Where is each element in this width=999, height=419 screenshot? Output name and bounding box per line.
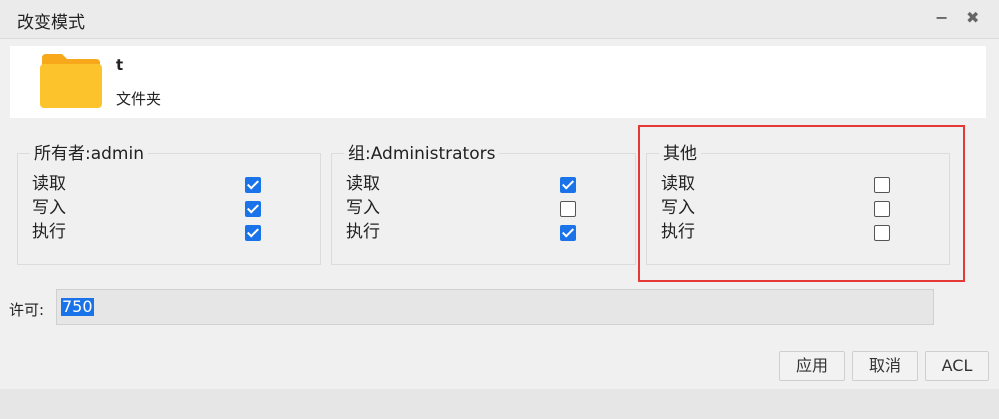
acl-button[interactable]: ACL bbox=[925, 351, 989, 381]
owner-write-label: 写入 bbox=[32, 198, 66, 218]
group-permissions-group: 组:Administrators 读取 写入 执行 bbox=[331, 144, 636, 265]
owner-write-checkbox[interactable] bbox=[245, 201, 261, 217]
owner-execute-label: 执行 bbox=[32, 222, 66, 242]
permission-label: 许可: bbox=[9, 301, 45, 319]
file-name: t bbox=[116, 56, 124, 74]
title-bar: 改变模式 − ✖ bbox=[0, 0, 999, 39]
group-title-group: 组:Administrators bbox=[344, 144, 500, 164]
permission-input[interactable]: 750 bbox=[56, 289, 934, 325]
owner-execute-checkbox[interactable] bbox=[245, 225, 261, 241]
close-icon[interactable]: ✖ bbox=[966, 8, 979, 27]
group-read-checkbox[interactable] bbox=[560, 177, 576, 193]
group-execute-label: 执行 bbox=[346, 222, 380, 242]
file-type: 文件夹 bbox=[116, 90, 162, 108]
footer-bar bbox=[0, 389, 999, 419]
dialog-title: 改变模式 bbox=[17, 13, 85, 33]
group-read-label: 读取 bbox=[346, 174, 380, 194]
group-execute-checkbox[interactable] bbox=[560, 225, 576, 241]
minimize-icon[interactable]: − bbox=[935, 8, 948, 27]
permission-value: 750 bbox=[61, 297, 94, 316]
owner-permissions-group: 所有者:admin 读取 写入 执行 bbox=[17, 144, 321, 265]
group-title-owner: 所有者:admin bbox=[30, 144, 148, 164]
folder-icon bbox=[40, 54, 102, 108]
owner-read-checkbox[interactable] bbox=[245, 177, 261, 193]
cancel-button[interactable]: 取消 bbox=[852, 351, 918, 381]
owner-read-label: 读取 bbox=[32, 174, 66, 194]
group-write-label: 写入 bbox=[346, 198, 380, 218]
apply-button[interactable]: 应用 bbox=[779, 351, 845, 381]
group-write-checkbox[interactable] bbox=[560, 201, 576, 217]
file-info-panel: t 文件夹 bbox=[10, 46, 986, 118]
highlight-frame bbox=[638, 125, 965, 282]
